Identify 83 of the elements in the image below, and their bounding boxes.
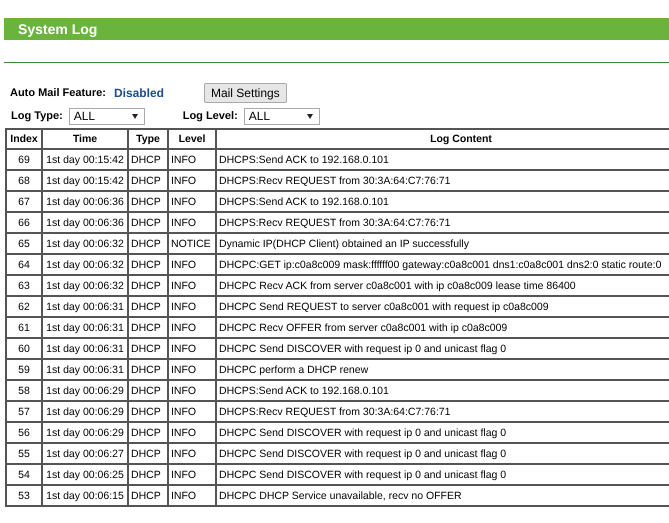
table-cell: INFO	[168, 275, 216, 296]
table-cell: INFO	[168, 359, 216, 380]
table-cell: DHCP	[128, 296, 168, 317]
table-cell: 60	[6, 338, 42, 359]
table-cell: INFO	[168, 149, 216, 170]
table-cell: INFO	[168, 317, 216, 338]
table-cell: 67	[6, 191, 42, 212]
table-cell: 62	[6, 296, 42, 317]
table-cell: 1st day 00:06:29	[42, 401, 128, 422]
table-cell: 1st day 00:15:42	[42, 149, 128, 170]
table-cell: 1st day 00:06:32	[42, 254, 128, 275]
table-cell: 1st day 00:15:42	[42, 170, 128, 191]
table-cell: INFO	[168, 464, 216, 485]
table-cell: 63	[6, 275, 42, 296]
table-cell: 56	[6, 422, 42, 443]
table-cell: DHCP	[128, 275, 168, 296]
table-cell: 1st day 00:06:32	[42, 233, 128, 254]
table-cell: DHCP	[128, 212, 168, 233]
column-header: Type	[128, 129, 168, 149]
table-cell: 59	[6, 359, 42, 380]
column-header: Level	[168, 129, 216, 149]
table-cell: 66	[6, 212, 42, 233]
table-cell: 53	[6, 485, 42, 506]
table-cell: DHCP	[128, 317, 168, 338]
table-cell: 65	[6, 233, 42, 254]
filter-label: Log Level:	[182, 110, 238, 122]
table-cell: DHCP	[128, 485, 168, 506]
table-cell: INFO	[168, 254, 216, 275]
table-cell: INFO	[168, 380, 216, 401]
table-cell: INFO	[168, 422, 216, 443]
table-cell: 1st day 00:06:31	[42, 338, 128, 359]
filter-dropdown[interactable]: ALL	[68, 108, 145, 124]
table-cell: INFO	[168, 338, 216, 359]
table-cell: 1st day 00:06:31	[42, 296, 128, 317]
filter-dropdown[interactable]: ALL	[244, 108, 320, 124]
table-cell: INFO	[168, 485, 216, 506]
table-cell: 58	[6, 380, 42, 401]
table-cell: 61	[6, 317, 42, 338]
table-cell: 54	[6, 464, 42, 485]
column-header: Index	[6, 129, 42, 149]
page-title: System Log	[4, 18, 669, 40]
column-header: Time	[42, 129, 128, 149]
table-cell: 1st day 00:06:15	[42, 485, 128, 506]
table-cell: DHCP	[128, 170, 168, 191]
table-cell: 1st day 00:06:31	[42, 317, 128, 338]
table-cell: INFO	[168, 212, 216, 233]
table-cell: 1st day 00:06:29	[42, 380, 128, 401]
table-cell: DHCP	[128, 401, 168, 422]
filter-label: Log Type:	[11, 110, 63, 122]
table-cell: DHCP	[128, 443, 168, 464]
auto-mail-status: Disabled	[114, 86, 164, 100]
table-cell: 1st day 00:06:25	[42, 464, 128, 485]
table-cell: DHCP	[128, 464, 168, 485]
table-cell: INFO	[168, 296, 216, 317]
column-header: Log Content	[216, 129, 669, 149]
table-cell: DHCP	[128, 338, 168, 359]
table-cell: 1st day 00:06:31	[42, 359, 128, 380]
table-cell: DHCP	[128, 191, 168, 212]
table-cell: 1st day 00:06:27	[42, 443, 128, 464]
table-cell: 68	[6, 170, 42, 191]
table-cell: INFO	[168, 401, 216, 422]
table-cell: 57	[6, 401, 42, 422]
table-cell: 64	[6, 254, 42, 275]
table-cell: DHCP	[128, 233, 168, 254]
table-cell: INFO	[168, 191, 216, 212]
mail-settings-button[interactable]: Mail Settings	[204, 83, 287, 103]
table-cell: 1st day 00:06:36	[42, 212, 128, 233]
table-cell: DHCP	[128, 359, 168, 380]
table-cell: DHCP	[128, 254, 168, 275]
table-cell: 1st day 00:06:29	[42, 422, 128, 443]
table-cell: INFO	[168, 170, 216, 191]
table-cell: 1st day 00:06:36	[42, 191, 128, 212]
caret-icon	[306, 114, 313, 118]
table-cell: INFO	[168, 443, 216, 464]
auto-mail-label: Auto Mail Feature:	[10, 87, 106, 99]
table-cell: NOTICE	[168, 233, 216, 254]
table-cell: DHCP	[128, 380, 168, 401]
table-cell: 69	[6, 149, 42, 170]
table-cell: DHCP	[128, 149, 168, 170]
table-cell: 55	[6, 443, 42, 464]
caret-icon	[132, 114, 138, 118]
table-cell: DHCP	[128, 422, 168, 443]
table-cell: 1st day 00:06:32	[42, 275, 128, 296]
